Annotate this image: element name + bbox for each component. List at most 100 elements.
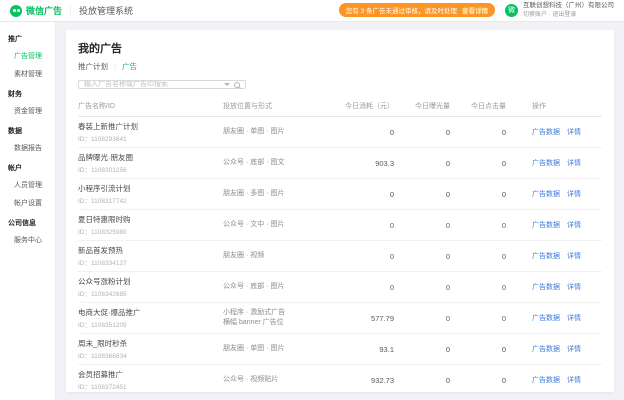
sidebar-item[interactable]: 人员管理 bbox=[0, 176, 55, 194]
main-layout: 推广广告管理素材管理财务资金管理数据数据报告帐户人员管理帐户设置公司信息服务中心… bbox=[0, 22, 624, 400]
account-meta-links[interactable]: 切换账户 · 退出登录 bbox=[523, 11, 614, 19]
row-action-link[interactable]: 广告数据 bbox=[532, 222, 560, 229]
sidebar-section-header: 帐户 bbox=[0, 157, 55, 176]
column-header: 今日点击量 bbox=[466, 101, 522, 111]
placement-line: 公众号 · 文中 · 图片 bbox=[223, 220, 332, 230]
row-action-link[interactable]: 详情 bbox=[567, 346, 581, 353]
row-action-link[interactable]: 详情 bbox=[567, 191, 581, 198]
ad-name-link[interactable]: 周末_限时秒杀 bbox=[78, 338, 217, 349]
row-action-link[interactable]: 详情 bbox=[567, 129, 581, 136]
ad-name-link[interactable]: 品牌曝光·朋友圈 bbox=[78, 152, 217, 163]
ad-id: ID：1108351209 bbox=[78, 319, 217, 329]
column-header: 广告名称/ID bbox=[78, 101, 223, 111]
brand-divider: ｜ bbox=[66, 4, 75, 17]
ad-id: ID：1108372451 bbox=[78, 381, 217, 391]
placement-cell: 公众号 · 底部 · 图片 bbox=[223, 282, 338, 292]
placement-cell: 朋友圈 · 多图 · 图片 bbox=[223, 189, 338, 199]
row-action-link[interactable]: 详情 bbox=[567, 315, 581, 322]
account-company: 互联创想科技（广州）有限公司 bbox=[523, 2, 614, 11]
click-cell: 0 bbox=[466, 190, 522, 199]
page-title: 我的广告 bbox=[78, 40, 602, 56]
spend-cell: 0 bbox=[338, 221, 410, 230]
placement-line: 小程序 · 激励式广告 bbox=[223, 308, 332, 318]
search-box[interactable] bbox=[78, 80, 246, 89]
ad-name-link[interactable]: 会员招募推广 bbox=[78, 369, 217, 380]
click-cell: 0 bbox=[466, 314, 522, 323]
spend-cell: 0 bbox=[338, 252, 410, 261]
table-row: 春装上新推广计划ID：1108293841朋友圈 · 单图 · 图片000广告数… bbox=[78, 117, 602, 148]
spend-cell: 577.79 bbox=[338, 314, 410, 323]
search-icon[interactable] bbox=[234, 82, 240, 88]
chevron-down-icon[interactable] bbox=[224, 83, 230, 86]
row-action-link[interactable]: 广告数据 bbox=[532, 284, 560, 291]
ad-name-link[interactable]: 夏日特惠限时购 bbox=[78, 214, 217, 225]
actions-cell: 广告数据详情 bbox=[522, 158, 602, 168]
sidebar-section-header: 推广 bbox=[0, 28, 55, 47]
actions-cell: 广告数据详情 bbox=[522, 127, 602, 137]
account-avatar[interactable]: 微 bbox=[505, 4, 518, 17]
actions-cell: 广告数据详情 bbox=[522, 251, 602, 261]
sidebar: 推广广告管理素材管理财务资金管理数据数据报告帐户人员管理帐户设置公司信息服务中心 bbox=[0, 22, 56, 400]
placement-line: 朋友圈 · 多图 · 图片 bbox=[223, 189, 332, 199]
ad-cell: 品牌曝光·朋友圈ID：1108301256 bbox=[78, 152, 223, 174]
sidebar-item[interactable]: 资金管理 bbox=[0, 102, 55, 120]
placement-cell: 朋友圈 · 视频 bbox=[223, 251, 338, 261]
table-row: 会员招募推广ID：1108372451公众号 · 视频贴片932.7300广告数… bbox=[78, 365, 602, 396]
account-block[interactable]: 微 互联创想科技（广州）有限公司 切换账户 · 退出登录 bbox=[505, 2, 614, 19]
ad-name-link[interactable]: 电商大促·爆品推广 bbox=[78, 307, 217, 318]
sidebar-section-header: 数据 bbox=[0, 120, 55, 139]
click-cell: 0 bbox=[466, 159, 522, 168]
row-action-link[interactable]: 广告数据 bbox=[532, 253, 560, 260]
click-cell: 0 bbox=[466, 221, 522, 230]
exposure-cell: 0 bbox=[410, 190, 466, 199]
spend-cell: 0 bbox=[338, 283, 410, 292]
search-input[interactable] bbox=[84, 81, 220, 88]
sidebar-item[interactable]: 服务中心 bbox=[0, 231, 55, 249]
row-action-link[interactable]: 广告数据 bbox=[532, 346, 560, 353]
actions-cell: 广告数据详情 bbox=[522, 220, 602, 230]
placement-line: 公众号 · 视频贴片 bbox=[223, 375, 332, 385]
exposure-cell: 0 bbox=[410, 128, 466, 137]
row-action-link[interactable]: 广告数据 bbox=[532, 191, 560, 198]
placement-cell: 公众号 · 视频贴片 bbox=[223, 375, 338, 385]
sidebar-item[interactable]: 帐户设置 bbox=[0, 194, 55, 212]
ad-name-link[interactable]: 春装上新推广计划 bbox=[78, 121, 217, 132]
sidebar-item[interactable]: 数据报告 bbox=[0, 139, 55, 157]
topbar: 微信广告 ｜ 投放管理系统 您有 3 条广告未通过审核，请及时处理 查看详情 微… bbox=[0, 0, 624, 22]
row-action-link[interactable]: 详情 bbox=[567, 377, 581, 384]
actions-cell: 广告数据详情 bbox=[522, 189, 602, 199]
ad-id: ID：1108317742 bbox=[78, 195, 217, 205]
row-action-link[interactable]: 广告数据 bbox=[532, 377, 560, 384]
row-action-link[interactable]: 详情 bbox=[567, 222, 581, 229]
ad-id: ID：1108301256 bbox=[78, 164, 217, 174]
row-action-link[interactable]: 广告数据 bbox=[532, 160, 560, 167]
sidebar-section-header: 公司信息 bbox=[0, 212, 55, 231]
sidebar-item[interactable]: 广告管理 bbox=[0, 47, 55, 65]
notice-action-link[interactable]: 查看详情 bbox=[462, 5, 488, 15]
sidebar-item[interactable]: 素材管理 bbox=[0, 65, 55, 83]
row-action-link[interactable]: 广告数据 bbox=[532, 129, 560, 136]
topbar-right: 您有 3 条广告未通过审核，请及时处理 查看详情 微 互联创想科技（广州）有限公… bbox=[339, 2, 614, 19]
tab-bar: 推广计划 | 广告 bbox=[78, 61, 602, 72]
click-cell: 0 bbox=[466, 376, 522, 385]
spend-cell: 0 bbox=[338, 190, 410, 199]
placement-line: 朋友圈 · 单图 · 图片 bbox=[223, 344, 332, 354]
spend-cell: 932.73 bbox=[338, 376, 410, 385]
column-header: 投放位置与形式 bbox=[223, 101, 338, 111]
placement-cell: 小程序 · 激励式广告横幅 banner 广告位 bbox=[223, 308, 338, 328]
ad-name-link[interactable]: 小程序引流计划 bbox=[78, 183, 217, 194]
ad-cell: 会员招募推广ID：1108372451 bbox=[78, 369, 223, 391]
tab-ads[interactable]: 广告 bbox=[122, 61, 137, 72]
row-action-link[interactable]: 详情 bbox=[567, 284, 581, 291]
tab-campaigns[interactable]: 推广计划 bbox=[78, 61, 108, 72]
row-action-link[interactable]: 详情 bbox=[567, 160, 581, 167]
ad-cell: 小程序引流计划ID：1108317742 bbox=[78, 183, 223, 205]
sidebar-section-header: 财务 bbox=[0, 83, 55, 102]
row-action-link[interactable]: 广告数据 bbox=[532, 315, 560, 322]
row-action-link[interactable]: 详情 bbox=[567, 253, 581, 260]
ad-name-link[interactable]: 新品首发预热 bbox=[78, 245, 217, 256]
exposure-cell: 0 bbox=[410, 376, 466, 385]
actions-cell: 广告数据详情 bbox=[522, 282, 602, 292]
ad-name-link[interactable]: 公众号涨粉计划 bbox=[78, 276, 217, 287]
brand-product: 投放管理系统 bbox=[79, 4, 133, 17]
